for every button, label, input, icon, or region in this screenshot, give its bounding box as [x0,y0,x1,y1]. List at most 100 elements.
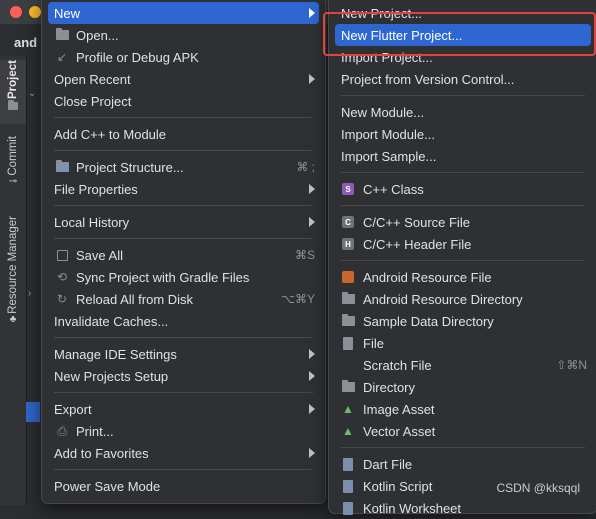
menu-item-import-sample-label: Import Sample... [341,148,437,164]
file-menu: New Open... ↙ Profile or Debug APK Open … [41,0,326,504]
chevron-right-icon [309,184,315,194]
menu-separator [341,205,585,206]
menu-item-file-properties[interactable]: File Properties [48,178,319,200]
gradle-sync-icon: ⟲ [56,270,68,284]
menu-separator [341,95,585,96]
menu-item-invalidate-caches-label: Invalidate Caches... [54,313,169,329]
tab-commit-label: Commit [7,136,19,176]
menu-item-android-resource-dir-label: Android Resource Directory [363,291,523,307]
project-panel [27,56,40,505]
commit-icon: ⊸ [8,175,18,187]
cpp-class-icon: S [341,182,355,196]
cpp-source-file-icon: C [341,215,355,229]
tab-resource-manager-label: Resource Manager [7,216,19,314]
menu-item-reload-disk[interactable]: ↻ Reload All from Disk ⌥⌘Y [48,288,319,310]
menu-separator [54,469,313,470]
menu-item-sync-gradle-label: Sync Project with Gradle Files [76,269,250,285]
menu-item-android-resource-file[interactable]: Android Resource File [335,266,591,288]
menu-item-file-properties-label: File Properties [54,181,138,197]
menu-item-cpp-source-label: C/C++ Source File [363,214,470,230]
chevron-right-icon [309,349,315,359]
menu-item-sample-data-dir[interactable]: Sample Data Directory [335,310,591,332]
menu-item-kotlin-worksheet-label: Kotlin Worksheet [363,500,462,516]
menu-item-cpp-class-label: C++ Class [363,181,424,197]
menu-item-profile-debug-apk[interactable]: ↙ Profile or Debug APK [48,46,319,68]
menu-item-export[interactable]: Export [48,398,319,420]
menu-item-directory-label: Directory [363,379,416,395]
minimize-window-button[interactable] [29,6,41,18]
android-icon: ▲ [342,402,354,416]
menu-separator [54,117,313,118]
close-window-button[interactable] [10,6,22,18]
menu-item-new-module[interactable]: New Module... [335,101,591,123]
project-structure-icon [55,160,69,174]
menu-item-file[interactable]: File [335,332,591,354]
new-submenu: New Project... New Flutter Project... Im… [328,0,596,516]
menu-item-close-project-label: Close Project [54,93,132,109]
menu-item-sample-data-dir-label: Sample Data Directory [363,313,494,329]
menu-item-new-projects-setup-label: New Projects Setup [54,368,169,384]
menu-item-project-structure[interactable]: Project Structure... ⌘ ; [48,156,319,178]
menu-item-project-from-vcs[interactable]: Project from Version Control... [335,68,591,90]
menu-separator [54,238,313,239]
resource-manager-icon: ♣ [9,313,17,325]
menu-item-export-label: Export [54,401,92,417]
menu-item-add-favorites[interactable]: Add to Favorites [48,442,319,464]
menu-separator [54,392,313,393]
menu-item-file-label: File [363,335,384,351]
menu-item-add-favorites-label: Add to Favorites [54,445,149,461]
shortcut-label: ⌥⌘Y [281,292,315,306]
menu-separator [54,337,313,338]
menu-item-android-resource-dir[interactable]: Android Resource Directory [335,288,591,310]
profile-apk-icon: ↙ [56,50,68,64]
kotlin-worksheet-icon [341,501,355,515]
tab-resource-manager[interactable]: Resource Manager ♣ [0,216,26,336]
tab-project-label: Project [7,60,19,99]
menu-item-cpp-header[interactable]: H C/C++ Header File [335,233,591,255]
save-icon [55,248,69,262]
menu-item-invalidate-caches[interactable]: Invalidate Caches... [48,310,319,332]
menu-item-new-projects-setup[interactable]: New Projects Setup [48,365,319,387]
menu-item-kotlin-worksheet[interactable]: Kotlin Worksheet [335,497,591,519]
tab-project[interactable]: Project [0,60,26,124]
menu-item-power-save[interactable]: Power Save Mode [48,475,319,497]
folder-icon [341,292,355,306]
menu-item-open-recent[interactable]: Open Recent [48,68,319,90]
breadcrumb: and [14,35,38,50]
menu-item-sync-gradle[interactable]: ⟲ Sync Project with Gradle Files [48,266,319,288]
selected-tree-row[interactable] [26,402,40,422]
menu-item-local-history[interactable]: Local History [48,211,319,233]
menu-item-new[interactable]: New [48,2,319,24]
menu-item-vector-asset[interactable]: ▲ Vector Asset [335,420,591,442]
menu-item-kotlin-script-label: Kotlin Script [363,478,433,494]
chevron-down-icon[interactable]: ⌄ [28,88,36,99]
menu-item-print[interactable]: ⎙ Print... [48,420,319,442]
shortcut-label: ⌘S [294,248,315,262]
menu-item-open[interactable]: Open... [48,24,319,46]
folder-icon [341,380,355,394]
menu-item-save-all[interactable]: Save All ⌘S [48,244,319,266]
watermark: CSDN @kksqql [496,481,580,495]
menu-item-scratch-file[interactable]: Scratch File ⇧⌘N [335,354,591,376]
menu-item-add-cpp-label: Add C++ to Module [54,126,167,142]
menu-item-import-sample[interactable]: Import Sample... [335,145,591,167]
menu-item-add-cpp[interactable]: Add C++ to Module [48,123,319,145]
tool-window-strip: Project Commit ⊸ Resource Manager ♣ [0,56,27,505]
menu-item-image-asset[interactable]: ▲ Image Asset [335,398,591,420]
menu-item-cpp-source[interactable]: C C/C++ Source File [335,211,591,233]
menu-item-scratch-file-label: Scratch File [363,357,432,373]
menu-separator [341,172,585,173]
menu-item-cpp-class[interactable]: S C++ Class [335,178,591,200]
chevron-right-icon[interactable]: › [28,288,31,299]
menu-item-dart-file[interactable]: Dart File [335,453,591,475]
tab-commit[interactable]: Commit ⊸ [0,136,26,196]
chevron-right-icon [309,74,315,84]
menu-item-local-history-label: Local History [54,214,130,230]
menu-item-close-project[interactable]: Close Project [48,90,319,112]
cpp-header-file-icon: H [341,237,355,251]
menu-item-directory[interactable]: Directory [335,376,591,398]
menu-item-manage-ide-settings[interactable]: Manage IDE Settings [48,343,319,365]
menu-item-project-structure-label: Project Structure... [76,159,184,175]
menu-item-import-module[interactable]: Import Module... [335,123,591,145]
chevron-right-icon [309,8,315,18]
